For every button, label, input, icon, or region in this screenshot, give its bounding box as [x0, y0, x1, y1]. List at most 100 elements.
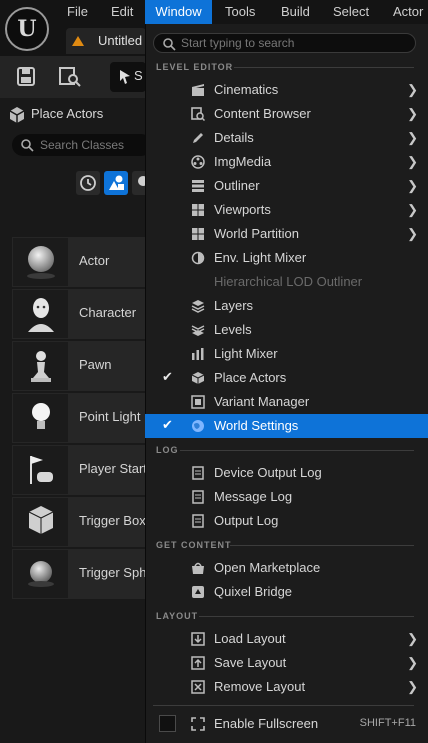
- quixel-bridge-icon: [192, 586, 204, 598]
- lights-filter-button[interactable]: [132, 171, 148, 195]
- character-icon: [28, 298, 54, 332]
- menu-select[interactable]: Select: [333, 0, 369, 24]
- menu-item-env-light-mixer[interactable]: Env. Light Mixer: [145, 246, 428, 270]
- chevron-right-icon: ❯: [407, 82, 418, 97]
- menu-item-levels[interactable]: Levels: [145, 318, 428, 342]
- bulb-icon: [138, 176, 148, 186]
- menu-item-variant-manager[interactable]: Variant Manager: [145, 390, 428, 414]
- menu-item-label: Cinematics: [214, 82, 279, 97]
- save-button[interactable]: [10, 62, 42, 92]
- marketplace-icon: [192, 562, 204, 574]
- menu-item-world-partition[interactable]: World Partition ❯: [145, 222, 428, 246]
- actor-thumbnail: [13, 238, 68, 286]
- search-classes-input[interactable]: Search Classes: [12, 134, 152, 156]
- menu-item-world-settings[interactable]: ✔ World Settings: [145, 414, 428, 438]
- section-header-get-content: GET CONTENT: [156, 540, 232, 550]
- browse-content-button[interactable]: [54, 62, 86, 92]
- chevron-right-icon: ❯: [407, 631, 418, 646]
- menu-item-message-log[interactable]: Message Log: [145, 485, 428, 509]
- imgmedia-icon: [191, 155, 205, 169]
- sphere-icon: [27, 246, 55, 279]
- menu-item-viewports[interactable]: Viewports ❯: [145, 198, 428, 222]
- menu-item-label: World Partition: [214, 226, 300, 241]
- basic-filter-button[interactable]: [104, 171, 128, 195]
- load-layout-icon: [191, 632, 205, 646]
- menu-item-label: Quixel Bridge: [214, 584, 293, 599]
- shortcut-label: SHIFT+F11: [359, 717, 416, 729]
- section-divider: [199, 616, 414, 617]
- remove-layout-icon: [191, 680, 205, 694]
- actor-item-point-light[interactable]: Point Light: [12, 393, 152, 443]
- clock-icon: [80, 175, 96, 191]
- menu-item-remove-layout[interactable]: Remove Layout ❯: [145, 675, 428, 699]
- menu-item-label: Content Browser: [214, 106, 311, 121]
- menu-window[interactable]: Window: [145, 0, 212, 24]
- menu-item-outliner[interactable]: Outliner ❯: [145, 174, 428, 198]
- menu-item-content-browser[interactable]: Content Browser ❯: [145, 102, 428, 126]
- warning-icon: [72, 36, 84, 46]
- chevron-right-icon: ❯: [407, 178, 418, 193]
- output-log-icon: [192, 514, 204, 528]
- pawn-icon: [31, 351, 51, 382]
- menu-item-quixel-bridge[interactable]: Quixel Bridge: [145, 580, 428, 604]
- menu-item-output-log[interactable]: Output Log: [145, 509, 428, 533]
- select-mode-icon: [120, 70, 130, 84]
- filter-row: [0, 171, 148, 199]
- level-tab[interactable]: Untitled: [66, 28, 146, 54]
- place-actors-icon: [9, 107, 25, 123]
- menu-item-load-layout[interactable]: Load Layout ❯: [145, 627, 428, 651]
- menu-item-label: ImgMedia: [214, 154, 272, 169]
- place-actors-title: Place Actors: [31, 106, 104, 121]
- actor-item-player-start[interactable]: Player Start: [12, 445, 152, 495]
- details-icon: [193, 133, 203, 143]
- actor-name: Trigger Box: [79, 513, 146, 528]
- menu-item-label: Layers: [214, 298, 254, 313]
- fullscreen-checkbox[interactable]: [159, 715, 176, 732]
- menu-actor[interactable]: Actor: [393, 0, 423, 24]
- menu-item-label: Env. Light Mixer: [214, 250, 307, 265]
- menu-item-label: Output Log: [214, 513, 279, 528]
- menu-item-label: Save Layout: [214, 655, 287, 670]
- menu-item-layers[interactable]: Layers: [145, 294, 428, 318]
- place-actors-icon: [191, 372, 205, 384]
- unreal-logo[interactable]: U: [5, 7, 49, 51]
- menu-item-hierarchical-lod-outliner[interactable]: Hierarchical LOD Outliner: [145, 270, 428, 294]
- menu-item-place-actors[interactable]: ✔ Place Actors: [145, 366, 428, 390]
- menu-item-enable-fullscreen[interactable]: Enable Fullscreen SHIFT+F11: [145, 712, 428, 736]
- chevron-right-icon: ❯: [407, 202, 418, 217]
- menu-item-cinematics[interactable]: Cinematics ❯: [145, 78, 428, 102]
- actor-item-pawn[interactable]: Pawn: [12, 341, 152, 391]
- shapes-icon: [109, 175, 124, 190]
- menu-item-label: Variant Manager: [214, 394, 310, 409]
- menu-item-light-mixer[interactable]: Light Mixer: [145, 342, 428, 366]
- menu-file[interactable]: File: [67, 0, 88, 24]
- actor-thumbnail: [13, 342, 68, 390]
- menu-tools[interactable]: Tools: [225, 0, 255, 24]
- actor-item-character[interactable]: Character: [12, 289, 152, 339]
- menu-item-label: Device Output Log: [214, 465, 322, 480]
- recent-filter-button[interactable]: [76, 171, 100, 195]
- menu-item-device-output-log[interactable]: Device Output Log: [145, 461, 428, 485]
- checkmark-icon: ✔: [162, 369, 173, 384]
- menu-item-details[interactable]: Details ❯: [145, 126, 428, 150]
- menu-item-save-layout[interactable]: Save Layout ❯: [145, 651, 428, 675]
- chevron-right-icon: ❯: [407, 106, 418, 121]
- menu-search-input[interactable]: Start typing to search: [153, 33, 416, 53]
- actor-item-actor[interactable]: Actor: [12, 237, 152, 287]
- search-icon: [21, 139, 34, 152]
- actor-item-trigger-box[interactable]: Trigger Box: [12, 497, 152, 547]
- menu-item-imgmedia[interactable]: ImgMedia ❯: [145, 150, 428, 174]
- menu-edit[interactable]: Edit: [111, 0, 133, 24]
- actor-name: Actor: [79, 253, 110, 268]
- actor-thumbnail: [13, 446, 68, 494]
- mode-label: S: [134, 68, 143, 83]
- level-tab-label: Untitled: [98, 33, 143, 48]
- actor-item-trigger-sphere[interactable]: Trigger Sphere: [12, 549, 165, 599]
- actor-name: Point Light: [79, 409, 141, 424]
- menu-item-label: Details: [214, 130, 254, 145]
- place-actors-tab[interactable]: Place Actors: [0, 100, 145, 128]
- menu-item-open-marketplace[interactable]: Open Marketplace: [145, 556, 428, 580]
- menu-build[interactable]: Build: [281, 0, 310, 24]
- content-browser-icon: [191, 107, 205, 121]
- mode-selector-button[interactable]: S: [110, 62, 146, 92]
